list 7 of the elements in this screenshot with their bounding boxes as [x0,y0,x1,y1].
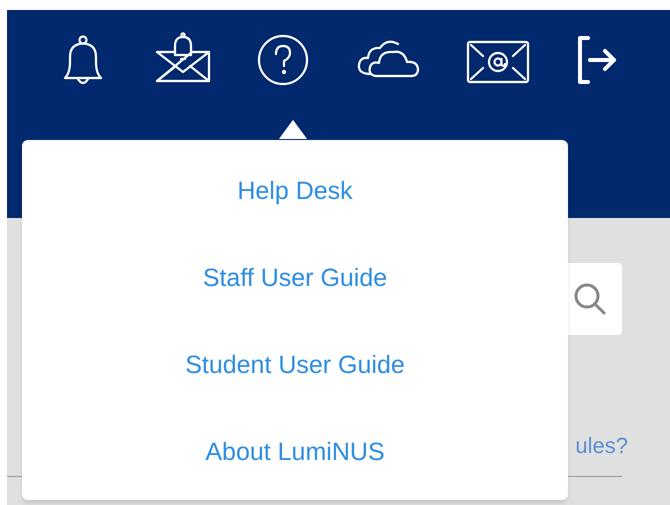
menu-item[interactable]: Staff User Guide [202,255,388,301]
menu-item[interactable]: Student User Guide [185,342,405,388]
link-text[interactable]: ules? [575,429,628,462]
help-icon[interactable] [256,32,310,88]
menu-item[interactable]: Help Desk [237,168,353,214]
menu-item[interactable]: About LumiNUS [205,429,385,475]
search-icon [572,281,608,317]
